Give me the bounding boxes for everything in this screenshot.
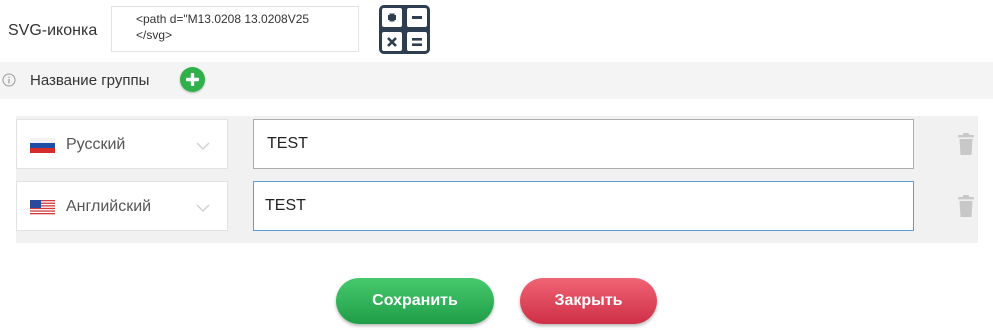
- translation-input-ru[interactable]: [253, 119, 914, 169]
- svg-icon-textarea[interactable]: <path d="M13.0208 13.0208V25 </svg>: [111, 6, 359, 52]
- chevron-down-icon: [196, 138, 210, 150]
- language-name: Английский: [66, 198, 152, 215]
- language-select-ru[interactable]: Русский: [16, 119, 228, 169]
- calculator-icon[interactable]: [379, 5, 430, 54]
- save-button[interactable]: Сохранить: [336, 278, 494, 324]
- group-name-label: Название группы: [30, 72, 150, 89]
- svg-icon-label: SVG-иконка: [8, 22, 98, 39]
- plus-icon: [186, 73, 199, 86]
- trash-icon[interactable]: [956, 132, 976, 156]
- chevron-down-icon: [196, 200, 210, 212]
- add-group-button[interactable]: [180, 67, 205, 92]
- flag-us-icon: [30, 200, 55, 215]
- translation-input-en[interactable]: [253, 181, 914, 231]
- flag-ru-icon: [30, 138, 55, 153]
- language-name: Русский: [66, 136, 126, 153]
- trash-icon[interactable]: [956, 194, 976, 218]
- language-select-en[interactable]: Английский: [16, 181, 228, 231]
- close-button[interactable]: Закрыть: [520, 278, 657, 324]
- info-icon[interactable]: [2, 73, 16, 87]
